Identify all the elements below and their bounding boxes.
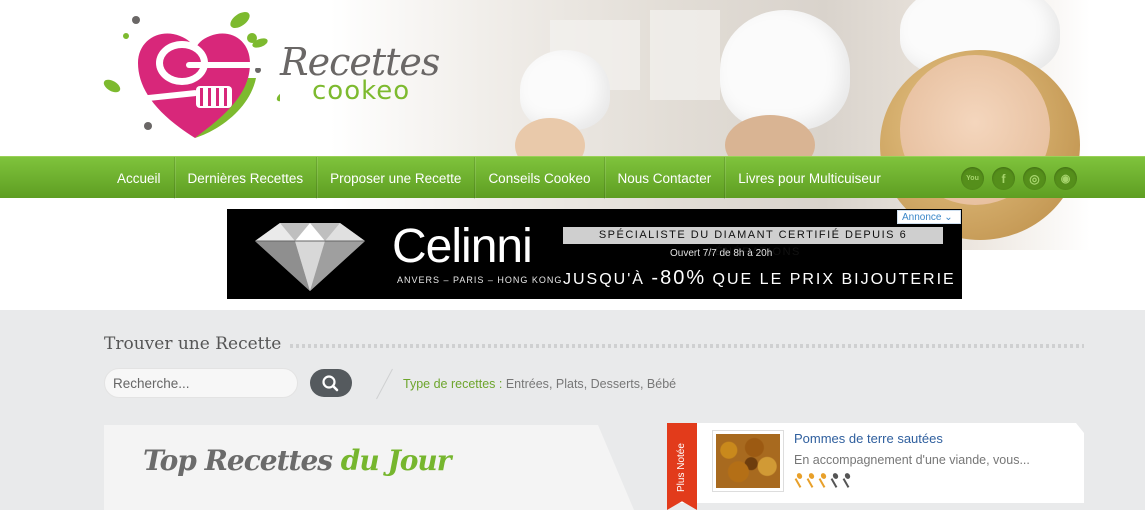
top-recipes-title: Top Recettes du Jour [143,444,452,477]
search-input[interactable] [104,368,298,398]
nav-item-nous-contacter[interactable]: Nous Contacter [605,157,726,199]
find-recipe-title: Trouver une Recette [104,334,282,354]
ad-brand: Celinni [392,220,533,273]
ad-promo-value: -80% [651,267,707,289]
rating-spoon-icon [806,473,816,489]
recipe-description: En accompagnement d'une viande, vous... [794,453,1030,467]
top-title-part2: du [340,444,380,477]
social-links: You f ◎ ◉ [961,167,1077,190]
nav-item-dernieres-recettes[interactable]: Dernières Recettes [175,157,318,199]
rating-spoon-icon [830,473,840,489]
facebook-icon[interactable]: f [992,167,1015,190]
ribbon-label: Plus Notée [676,443,687,492]
nav-item-accueil[interactable]: Accueil [104,157,175,199]
divider-slash [376,368,393,400]
nav-item-livres-multicuiseur[interactable]: Livres pour Multicuiseur [725,157,894,199]
nav-item-conseils-cookeo[interactable]: Conseils Cookeo [475,157,605,199]
instagram-icon[interactable]: ◎ [1023,167,1046,190]
recipe-types-label: Type de recettes : [403,377,503,391]
type-link-bebe[interactable]: Bébé [647,377,676,391]
top-title-part1: Top Recettes [143,444,333,477]
nav-item-proposer-recette[interactable]: Proposer une Recette [317,157,476,199]
chevron-down-icon: ⌄ [944,212,953,223]
ad-promo: JUSQU'À -80% QUE LE PRIX BIJOUTERIE [563,267,956,290]
top-title-part3: Jour [387,444,451,477]
main-nav: Accueil Dernières Recettes Proposer une … [0,156,1145,199]
ad-choice-badge[interactable]: Annonce ⌄ [897,210,961,224]
ad-hours: Ouvert 7/7 de 8h à 20h [670,248,773,259]
section-divider [290,344,1084,348]
rating-spoon-icon [842,473,852,489]
rating-spoon-icon [794,473,804,489]
recipe-types: Type de recettes : Entrées, Plats, Desse… [403,377,677,391]
logo-heart-icon [103,12,292,138]
ad-promo-prefix: JUSQU'À [563,271,652,288]
diamond-icon [255,223,365,291]
logo-text-cookeo: cookeo [312,76,411,106]
ad-tagline: SPÉCIALISTE DU DIAMANT CERTIFIÉ DEPUIS 6… [563,227,943,258]
rss-icon[interactable]: ◉ [1054,167,1077,190]
recipe-rating [794,473,852,489]
type-link-desserts[interactable]: Desserts [591,377,640,391]
type-link-entrees[interactable]: Entrées [506,377,549,391]
recipe-title-link[interactable]: Pommes de terre sautées [794,431,943,446]
ad-banner[interactable]: Celinni ANVERS – PARIS – HONG KONG SPÉCI… [227,209,962,299]
type-link-plats[interactable]: Plats [556,377,584,391]
site-header: Recettes cookeo Accueil Dernières Recett… [0,0,1145,310]
site-logo[interactable]: Recettes cookeo [100,8,440,143]
ad-choice-label: Annonce [902,212,942,223]
rating-spoon-icon [818,473,828,489]
recipe-thumbnail[interactable] [712,430,784,492]
ad-cities: ANVERS – PARIS – HONG KONG [397,275,563,285]
ad-promo-suffix: QUE LE PRIX BIJOUTERIE [706,271,956,288]
search-icon [322,375,339,392]
search-button[interactable] [310,369,352,397]
youtube-icon[interactable]: You [961,167,984,190]
